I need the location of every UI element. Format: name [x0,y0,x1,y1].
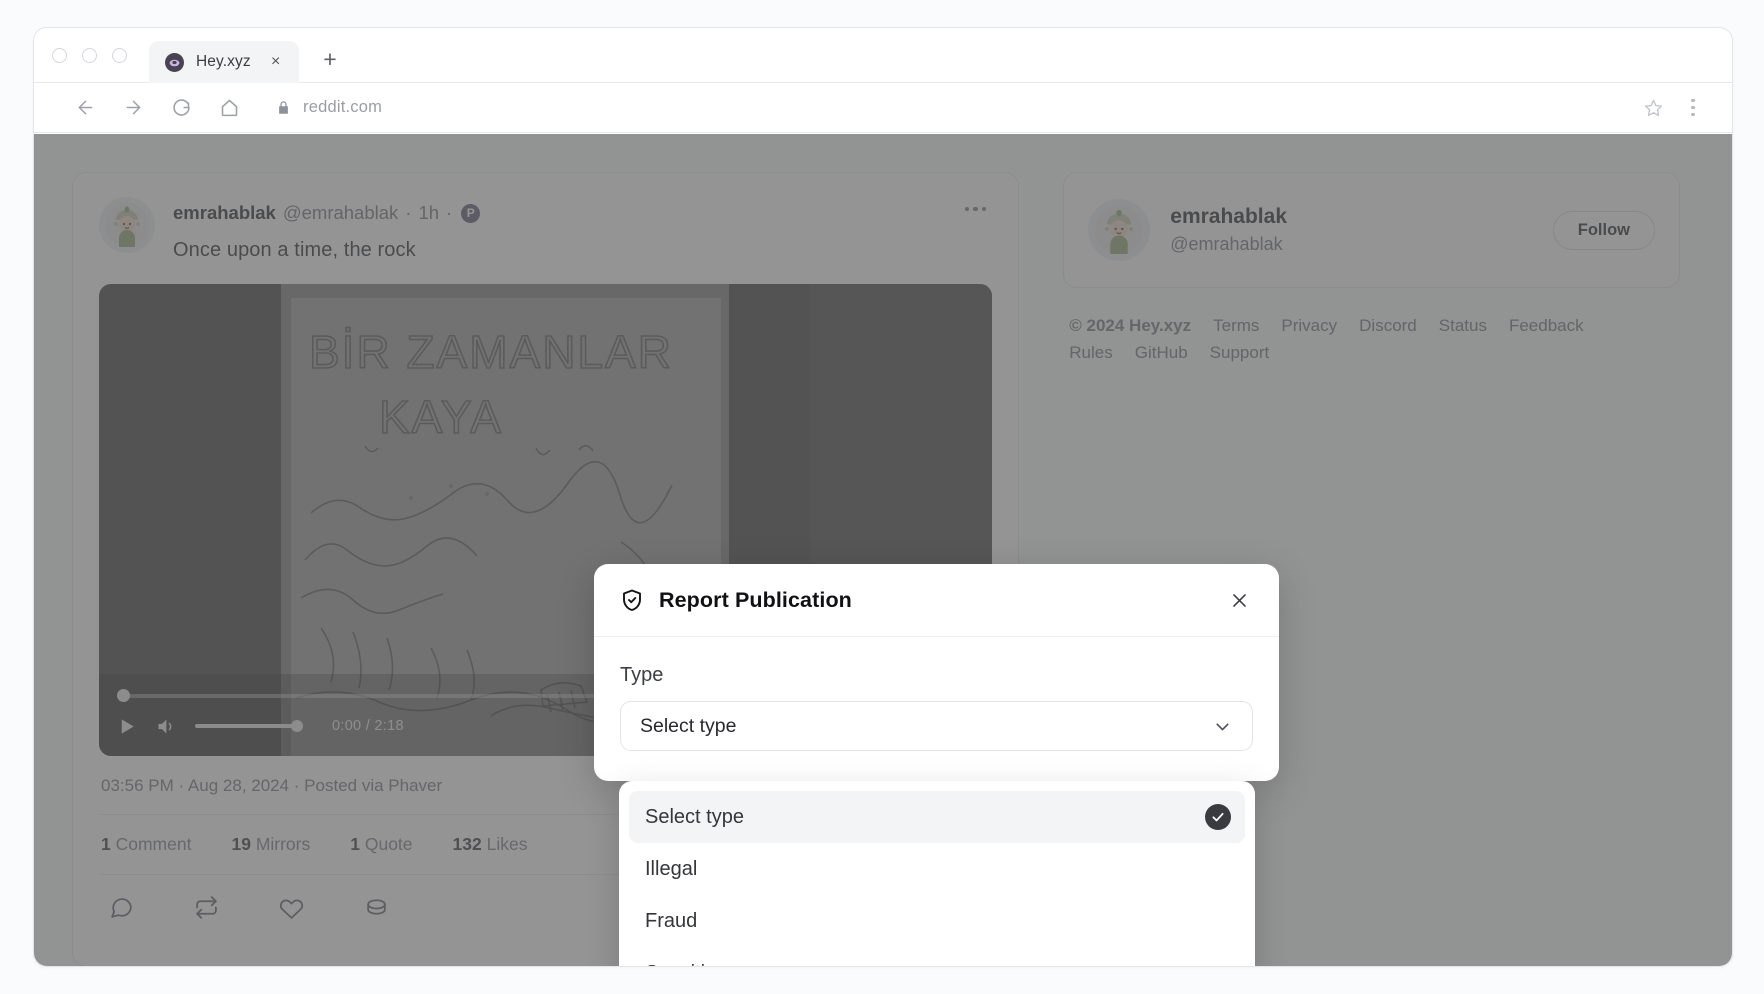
window-minimize-button[interactable] [82,47,97,63]
type-select[interactable]: Select type [620,701,1253,751]
modal-body: Type Select type [594,637,1279,781]
type-select-value: Select type [640,714,737,737]
back-arrow-icon[interactable] [68,91,102,125]
forward-arrow-icon[interactable] [116,91,150,125]
reload-icon[interactable] [164,91,198,125]
chevron-down-icon [1212,716,1233,737]
dropdown-option-label: Sensitive [645,962,726,967]
dropdown-option-label: Illegal [645,857,698,880]
window-traffic-lights [52,47,127,63]
shield-check-icon [620,588,644,612]
home-icon[interactable] [212,91,246,125]
browser-window: Hey.xyz × + reddit.com Report Publicatio… [33,27,1733,967]
close-icon[interactable] [1225,586,1253,614]
new-tab-button[interactable]: + [315,44,345,74]
lock-icon [276,100,291,115]
modal-header: Report Publication [594,564,1279,637]
address-bar-url: reddit.com [303,98,383,116]
type-field-label: Type [620,664,664,686]
browser-tabstrip: Hey.xyz × + [34,28,1732,83]
window-close-button[interactable] [52,47,67,63]
dropdown-option-fraud[interactable]: Fraud [629,895,1245,947]
browser-tab-title: Hey.xyz [196,53,251,70]
dropdown-option-illegal[interactable]: Illegal [629,843,1245,895]
modal-title: Report Publication [659,587,852,612]
toolbar-right-icons [1636,91,1710,125]
dropdown-option-label: Fraud [645,909,698,932]
close-icon[interactable]: × [267,53,285,71]
browser-tab[interactable]: Hey.xyz × [149,41,299,83]
address-bar[interactable]: reddit.com [276,98,1636,117]
dropdown-option-sensitive[interactable]: Sensitive [629,947,1245,967]
type-dropdown-list: Select type Illegal Fraud Sensitive Spam [619,781,1255,967]
window-maximize-button[interactable] [112,47,127,63]
dropdown-option-label: Select type [645,805,744,828]
browser-toolbar: reddit.com [34,83,1732,133]
report-publication-modal: Report Publication Type Select type [594,564,1279,781]
hey-logo-icon [165,52,184,72]
star-icon[interactable] [1636,91,1670,125]
dropdown-option-select-type[interactable]: Select type [629,791,1245,843]
kebab-menu-icon[interactable] [1676,91,1710,125]
page-viewport: emrahablak @emrahablak · 1h · P Once upo… [34,134,1732,967]
check-icon [1205,804,1231,830]
